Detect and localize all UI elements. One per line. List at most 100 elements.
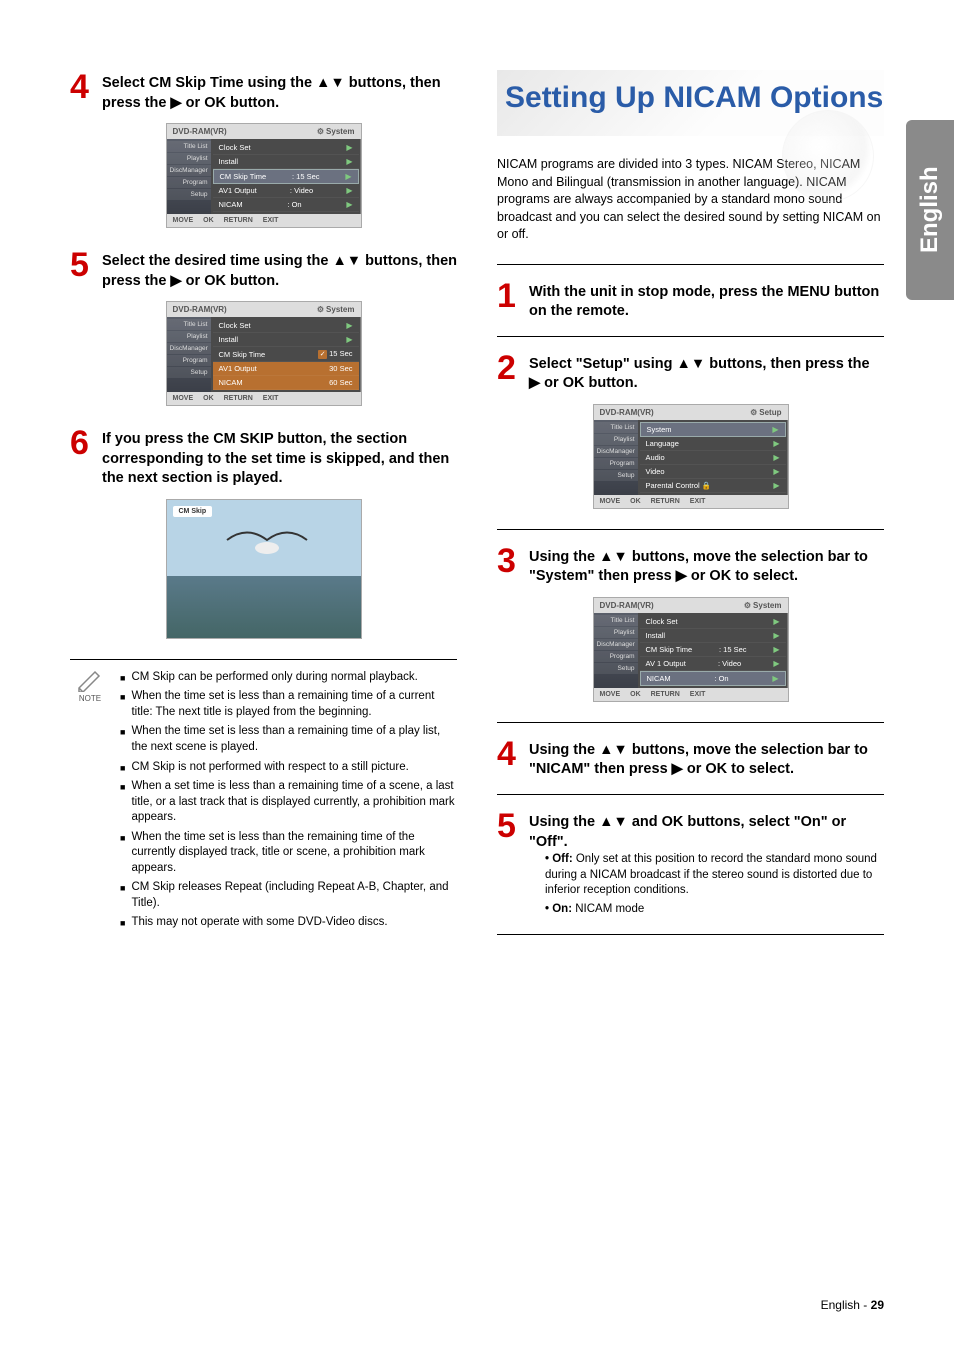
- arrow-right-icon: ▶: [773, 645, 779, 654]
- right-step-1: 1 With the unit in stop mode, press the …: [497, 279, 884, 322]
- arrow-right-icon: ▶: [773, 659, 779, 668]
- arrow-right-icon: ▶: [772, 425, 778, 434]
- osd-footer-item: EXIT: [263, 395, 279, 402]
- osd-footer-item: EXIT: [263, 217, 279, 224]
- osd-row: Parental Control 🔒▶: [640, 479, 786, 493]
- step-number: 3: [497, 544, 521, 578]
- divider: [497, 934, 884, 935]
- osd-side-item: Setup: [167, 367, 211, 378]
- osd-sidebar: Title ListPlaylistDiscManagerProgramSetu…: [167, 317, 211, 392]
- osd-footer-item: RETURN: [224, 217, 253, 224]
- note-item: When a set time is less than a remaining…: [120, 779, 457, 826]
- osd-footer: MOVEOKRETURNEXIT: [167, 392, 361, 405]
- osd-side-item: Setup: [594, 663, 638, 674]
- osd-footer-item: OK: [203, 395, 214, 402]
- step-text: Select the desired time using the ▲▼ but…: [102, 248, 457, 291]
- arrow-right-icon: ▶: [346, 321, 352, 330]
- osd-row: Clock Set▶: [213, 141, 359, 155]
- seagull-graphic: [167, 500, 363, 640]
- divider: [497, 529, 884, 530]
- osd-row: NICAM: On▶: [640, 671, 786, 686]
- note-item: CM Skip can be performed only during nor…: [120, 670, 457, 686]
- osd-main: System▶Language▶Audio▶Video▶Parental Con…: [638, 420, 788, 495]
- arrow-right-icon: ▶: [773, 467, 779, 476]
- cmskip-image: CM Skip: [166, 499, 362, 639]
- osd-row: System▶: [640, 422, 786, 437]
- divider: [497, 794, 884, 795]
- osd-side-item: DiscManager: [167, 165, 211, 176]
- osd-sidebar: Title ListPlaylistDiscManagerProgramSetu…: [594, 613, 638, 688]
- step-text: Select "Setup" using ▲▼ buttons, then pr…: [529, 351, 884, 394]
- note-item: CM Skip releases Repeat (including Repea…: [120, 880, 457, 911]
- osd-footer: MOVEOKRETURNEXIT: [594, 495, 788, 508]
- step-text: With the unit in stop mode, press the ME…: [529, 279, 884, 322]
- osd-footer-item: OK: [630, 498, 641, 505]
- arrow-right-icon: ▶: [346, 335, 352, 344]
- osd-footer-item: OK: [203, 217, 214, 224]
- osd-side-item: Program: [594, 458, 638, 469]
- osd-row: Video▶: [640, 465, 786, 479]
- osd-side-item: Setup: [594, 470, 638, 481]
- arrow-right-icon: ▶: [773, 453, 779, 462]
- right-step-3: 3 Using the ▲▼ buttons, move the selecti…: [497, 544, 884, 587]
- notes-block: NOTE CM Skip can be performed only durin…: [70, 659, 457, 935]
- step-number: 5: [497, 809, 521, 843]
- divider: [497, 722, 884, 723]
- page-num-value: 29: [871, 1298, 884, 1312]
- osd-row: CM Skip Time: 15 Sec▶: [213, 169, 359, 184]
- osd-side-item: Playlist: [167, 153, 211, 164]
- divider: [497, 336, 884, 337]
- osd-footer-item: RETURN: [651, 691, 680, 698]
- page-columns: 4 Select CM Skip Time using the ▲▼ butto…: [70, 70, 884, 949]
- step-text: Select CM Skip Time using the ▲▼ buttons…: [102, 70, 457, 113]
- osd-row: Install▶: [640, 629, 786, 643]
- note-item: When the time set is less than a remaini…: [120, 724, 457, 755]
- osd-panel-4: DVD-RAM(VR)⚙SystemTitle ListPlaylistDisc…: [593, 597, 789, 702]
- osd-header: DVD-RAM(VR)⚙System: [167, 302, 361, 317]
- right-step-5: 5 Using the ▲▼ and OK buttons, select "O…: [497, 809, 884, 920]
- osd-main: Clock Set▶Install▶CM Skip Time: 15 Sec▶A…: [638, 613, 788, 688]
- osd-sidebar: Title ListPlaylistDiscManagerProgramSetu…: [167, 139, 211, 214]
- left-step-6: 6 If you press the CM SKIP button, the s…: [70, 426, 457, 489]
- osd-row: NICAM: On▶: [213, 198, 359, 212]
- pencil-icon: [77, 670, 103, 692]
- osd-side-item: DiscManager: [594, 446, 638, 457]
- osd-footer-item: MOVE: [173, 217, 194, 224]
- osd-footer-item: EXIT: [690, 498, 706, 505]
- osd-side-item: Program: [594, 651, 638, 662]
- osd-panel-2: DVD-RAM(VR)⚙SystemTitle ListPlaylistDisc…: [166, 301, 362, 406]
- osd-row: Install▶: [213, 333, 359, 347]
- arrow-right-icon: ▶: [346, 186, 352, 195]
- osd-header: DVD-RAM(VR)⚙System: [167, 124, 361, 139]
- osd-footer-item: OK: [630, 691, 641, 698]
- note-item: This may not operate with some DVD-Video…: [120, 915, 457, 931]
- arrow-right-icon: ▶: [773, 481, 779, 490]
- osd-side-item: Playlist: [594, 627, 638, 638]
- osd-side-item: Program: [167, 355, 211, 366]
- osd-side-item: Title List: [167, 141, 211, 152]
- osd-footer-item: RETURN: [224, 395, 253, 402]
- osd-side-item: Playlist: [167, 331, 211, 342]
- arrow-right-icon: ▶: [345, 172, 351, 181]
- note-item: When the time set is less than a remaini…: [120, 689, 457, 720]
- divider: [497, 264, 884, 265]
- notes-list: CM Skip can be performed only during nor…: [120, 670, 457, 935]
- osd-side-item: Program: [167, 177, 211, 188]
- osd-side-item: Playlist: [594, 434, 638, 445]
- section-title: Setting Up NICAM Options: [497, 70, 884, 136]
- step-number: 6: [70, 426, 94, 460]
- osd-row: AV1 Output30 Sec: [213, 362, 359, 376]
- page-lang: English -: [821, 1298, 871, 1312]
- right-step-2: 2 Select "Setup" using ▲▼ buttons, then …: [497, 351, 884, 394]
- osd-panel-3: DVD-RAM(VR)⚙SetupTitle ListPlaylistDiscM…: [593, 404, 789, 509]
- arrow-right-icon: ▶: [773, 631, 779, 640]
- osd-footer-item: RETURN: [651, 498, 680, 505]
- osd-footer: MOVE OK RETURN EXIT: [167, 214, 361, 227]
- step-sub-bullets: • Off: Only set at this position to reco…: [529, 852, 884, 917]
- left-step-5: 5 Select the desired time using the ▲▼ b…: [70, 248, 457, 291]
- osd-header: DVD-RAM(VR)⚙System: [594, 598, 788, 613]
- osd-row: NICAM60 Sec: [213, 376, 359, 390]
- note-item: When the time set is less than the remai…: [120, 830, 457, 877]
- right-step-4: 4 Using the ▲▼ buttons, move the selecti…: [497, 737, 884, 780]
- step-number: 4: [497, 737, 521, 771]
